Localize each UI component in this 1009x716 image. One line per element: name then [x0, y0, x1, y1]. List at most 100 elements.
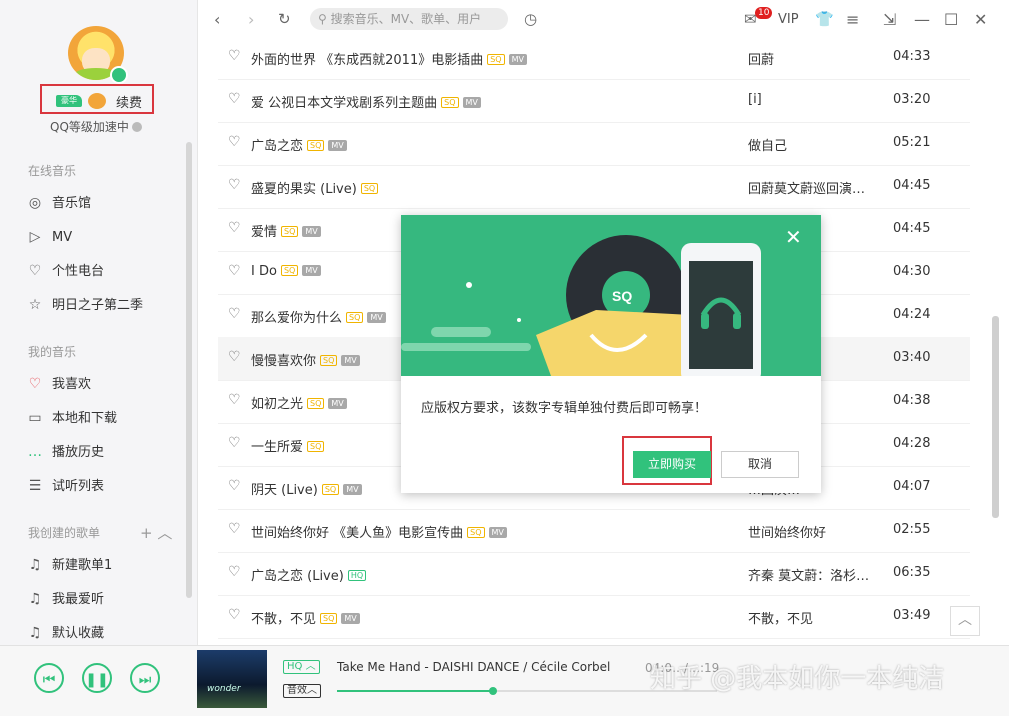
refresh-icon[interactable]: ↻	[278, 10, 291, 28]
like-icon[interactable]: ♡	[228, 521, 241, 537]
like-icon[interactable]: ♡	[228, 134, 241, 150]
like-icon[interactable]: ♡	[228, 177, 241, 193]
like-icon[interactable]: ♡	[228, 435, 241, 451]
song-title[interactable]: 如初之光 SQ MV	[251, 393, 347, 412]
like-icon[interactable]: ♡	[228, 607, 241, 623]
song-title[interactable]: 爱 公视日本文学戏剧系列主题曲 SQ MV	[251, 92, 481, 111]
song-title[interactable]: 不散，不见 SQ MV	[251, 608, 360, 627]
buy-now-button[interactable]: 立即购买	[633, 451, 711, 478]
like-icon[interactable]: ♡	[228, 220, 241, 236]
song-title[interactable]: 盛夏的果实 (Live) SQ	[251, 178, 379, 197]
song-title[interactable]: 世间始终你好 《美人鱼》电影宣传曲 SQ MV	[251, 522, 507, 541]
now-playing-artist[interactable]: DAISHI DANCE / Cécile Corbel	[433, 660, 611, 674]
add-playlist-icon[interactable]: +	[140, 524, 153, 542]
song-artist[interactable]: 做自己	[748, 135, 787, 154]
song-title[interactable]: 阴天 (Live) SQ MV	[251, 479, 362, 498]
star-icon: ☆	[28, 297, 42, 313]
coin-icon[interactable]	[88, 93, 106, 109]
song-title[interactable]: 爱情 SQ MV	[251, 221, 321, 240]
forward-icon[interactable]: ›	[248, 10, 254, 29]
maximize-icon[interactable]: ☐	[944, 10, 958, 29]
now-playing-title[interactable]: Take Me Hand	[337, 660, 421, 674]
table-row[interactable]: ♡ 爱 公视日本文学戏剧系列主题曲 SQ MV [i] 03:20	[218, 79, 970, 123]
like-icon[interactable]: ♡	[228, 564, 241, 580]
song-title[interactable]: I Do SQ MV	[251, 264, 321, 279]
song-title[interactable]: 那么爱你为什么 SQ MV	[251, 307, 386, 326]
mv-tag[interactable]: MV	[508, 54, 527, 65]
menu-icon[interactable]: ≡	[846, 10, 859, 29]
table-row[interactable]: ♡ 不散，不见 SQ MV 不散，不见 03:49	[218, 595, 970, 639]
song-title[interactable]: 慢慢喜欢你 SQ MV	[251, 350, 360, 369]
mini-mode-icon[interactable]: ⇲	[883, 10, 896, 29]
sidebar-item-local[interactable]: ▭ 本地和下载	[26, 406, 117, 430]
table-row[interactable]: ♡ 广岛之恋 SQ MV 做自己 05:21	[218, 122, 970, 166]
table-row[interactable]: ♡ 广岛之恋 (Live) HQ 齐秦 莫文蔚：洛杉… 06:35	[218, 552, 970, 596]
table-row[interactable]: ♡ 外面的世界 《东成西就2011》电影插曲 SQ MV 回蔚 04:33	[218, 36, 970, 80]
mv-tag[interactable]: MV	[328, 140, 347, 151]
sidebar-item-show[interactable]: ☆ 明日之子第二季	[26, 293, 143, 317]
sidebar-scrollbar[interactable]	[186, 142, 192, 598]
like-icon[interactable]: ♡	[228, 48, 241, 64]
like-icon[interactable]: ♡	[228, 478, 241, 494]
mv-tag[interactable]: MV	[302, 226, 321, 237]
recognize-icon[interactable]: ◷	[524, 10, 537, 28]
sidebar-item-trial-list[interactable]: ☰ 试听列表	[26, 474, 104, 498]
like-icon[interactable]: ♡	[228, 263, 241, 279]
minimize-icon[interactable]: —	[914, 10, 930, 29]
song-artist[interactable]: 回蔚	[748, 49, 774, 68]
table-row[interactable]: ♡ 盛夏的果实 (Live) SQ 回蔚莫文蔚巡回演… 04:45	[218, 165, 970, 209]
mv-tag[interactable]: MV	[367, 312, 386, 323]
song-artist[interactable]: 齐秦 莫文蔚：洛杉…	[748, 565, 869, 584]
cancel-button[interactable]: 取消	[721, 451, 799, 478]
sq-tag: SQ	[307, 398, 325, 409]
search-input[interactable]: ⚲ 搜索音乐、MV、歌单、用户	[310, 8, 508, 30]
like-icon[interactable]: ♡	[228, 349, 241, 365]
like-icon[interactable]: ♡	[228, 392, 241, 408]
collapse-icon[interactable]: ︿	[157, 524, 172, 542]
mv-tag[interactable]: MV	[462, 97, 481, 108]
back-to-top-button[interactable]: ︿	[950, 606, 980, 636]
song-title[interactable]: 广岛之恋 (Live) HQ	[251, 565, 367, 584]
pause-button[interactable]: ❚❚	[82, 663, 112, 693]
table-row[interactable]: ♡ 世间始终你好 《美人鱼》电影宣传曲 SQ MV 世间始终你好 02:55	[218, 509, 970, 553]
sidebar-item-mv[interactable]: ▷ MV	[26, 225, 73, 249]
progress-knob[interactable]	[488, 687, 497, 695]
sound-effect-button[interactable]: 音效︿	[283, 684, 321, 698]
like-icon[interactable]: ♡	[228, 306, 241, 322]
song-artist[interactable]: 不散，不见	[748, 608, 813, 627]
next-button[interactable]: ⏭	[130, 663, 160, 693]
skin-icon[interactable]: 👕	[815, 10, 834, 28]
previous-button[interactable]: ⏮	[34, 663, 64, 693]
renew-link[interactable]: 续费	[116, 92, 142, 111]
sidebar-item-radio[interactable]: ♡ 个性电台	[26, 259, 104, 283]
level-info-icon[interactable]	[131, 122, 142, 132]
song-artist[interactable]: 回蔚莫文蔚巡回演…	[748, 178, 865, 197]
sidebar-item-favorites[interactable]: ♡ 我喜欢	[26, 372, 91, 396]
sidebar-item-history[interactable]: … 播放历史	[26, 440, 104, 464]
song-title[interactable]: 外面的世界 《东成西就2011》电影插曲 SQ MV	[251, 49, 527, 68]
song-artist[interactable]: 世间始终你好	[748, 522, 826, 541]
quality-button[interactable]: HQ ︿	[283, 660, 320, 674]
mv-tag[interactable]: MV	[328, 398, 347, 409]
sidebar-item-music-hall[interactable]: ◎ 音乐馆	[26, 191, 91, 215]
mv-tag[interactable]: MV	[488, 527, 507, 538]
mv-tag[interactable]: MV	[302, 265, 321, 276]
album-cover[interactable]: wonder	[197, 650, 267, 708]
main-scrollbar[interactable]	[992, 316, 999, 518]
vip-button[interactable]: VIP	[778, 12, 799, 27]
green-vip-icon[interactable]: 豪华	[56, 95, 82, 107]
song-artist[interactable]: [i]	[748, 92, 762, 107]
close-window-icon[interactable]: ✕	[974, 10, 987, 29]
like-icon[interactable]: ♡	[228, 91, 241, 107]
song-title[interactable]: 广岛之恋 SQ MV	[251, 135, 347, 154]
sidebar-item-playlist-3[interactable]: ♫ 默认收藏	[26, 621, 104, 645]
sidebar-item-playlist-2[interactable]: ♫ 我最爱听	[26, 587, 104, 611]
mv-tag[interactable]: MV	[343, 484, 362, 495]
song-title[interactable]: 一生所爱 SQ	[251, 436, 325, 455]
dialog-close-icon[interactable]: ✕	[785, 227, 802, 247]
back-icon[interactable]: ‹	[214, 10, 220, 29]
music-note-icon: ♫	[28, 557, 42, 573]
mv-tag[interactable]: MV	[341, 613, 360, 624]
sidebar-item-playlist-1[interactable]: ♫ 新建歌单1	[26, 553, 113, 577]
mv-tag[interactable]: MV	[341, 355, 360, 366]
